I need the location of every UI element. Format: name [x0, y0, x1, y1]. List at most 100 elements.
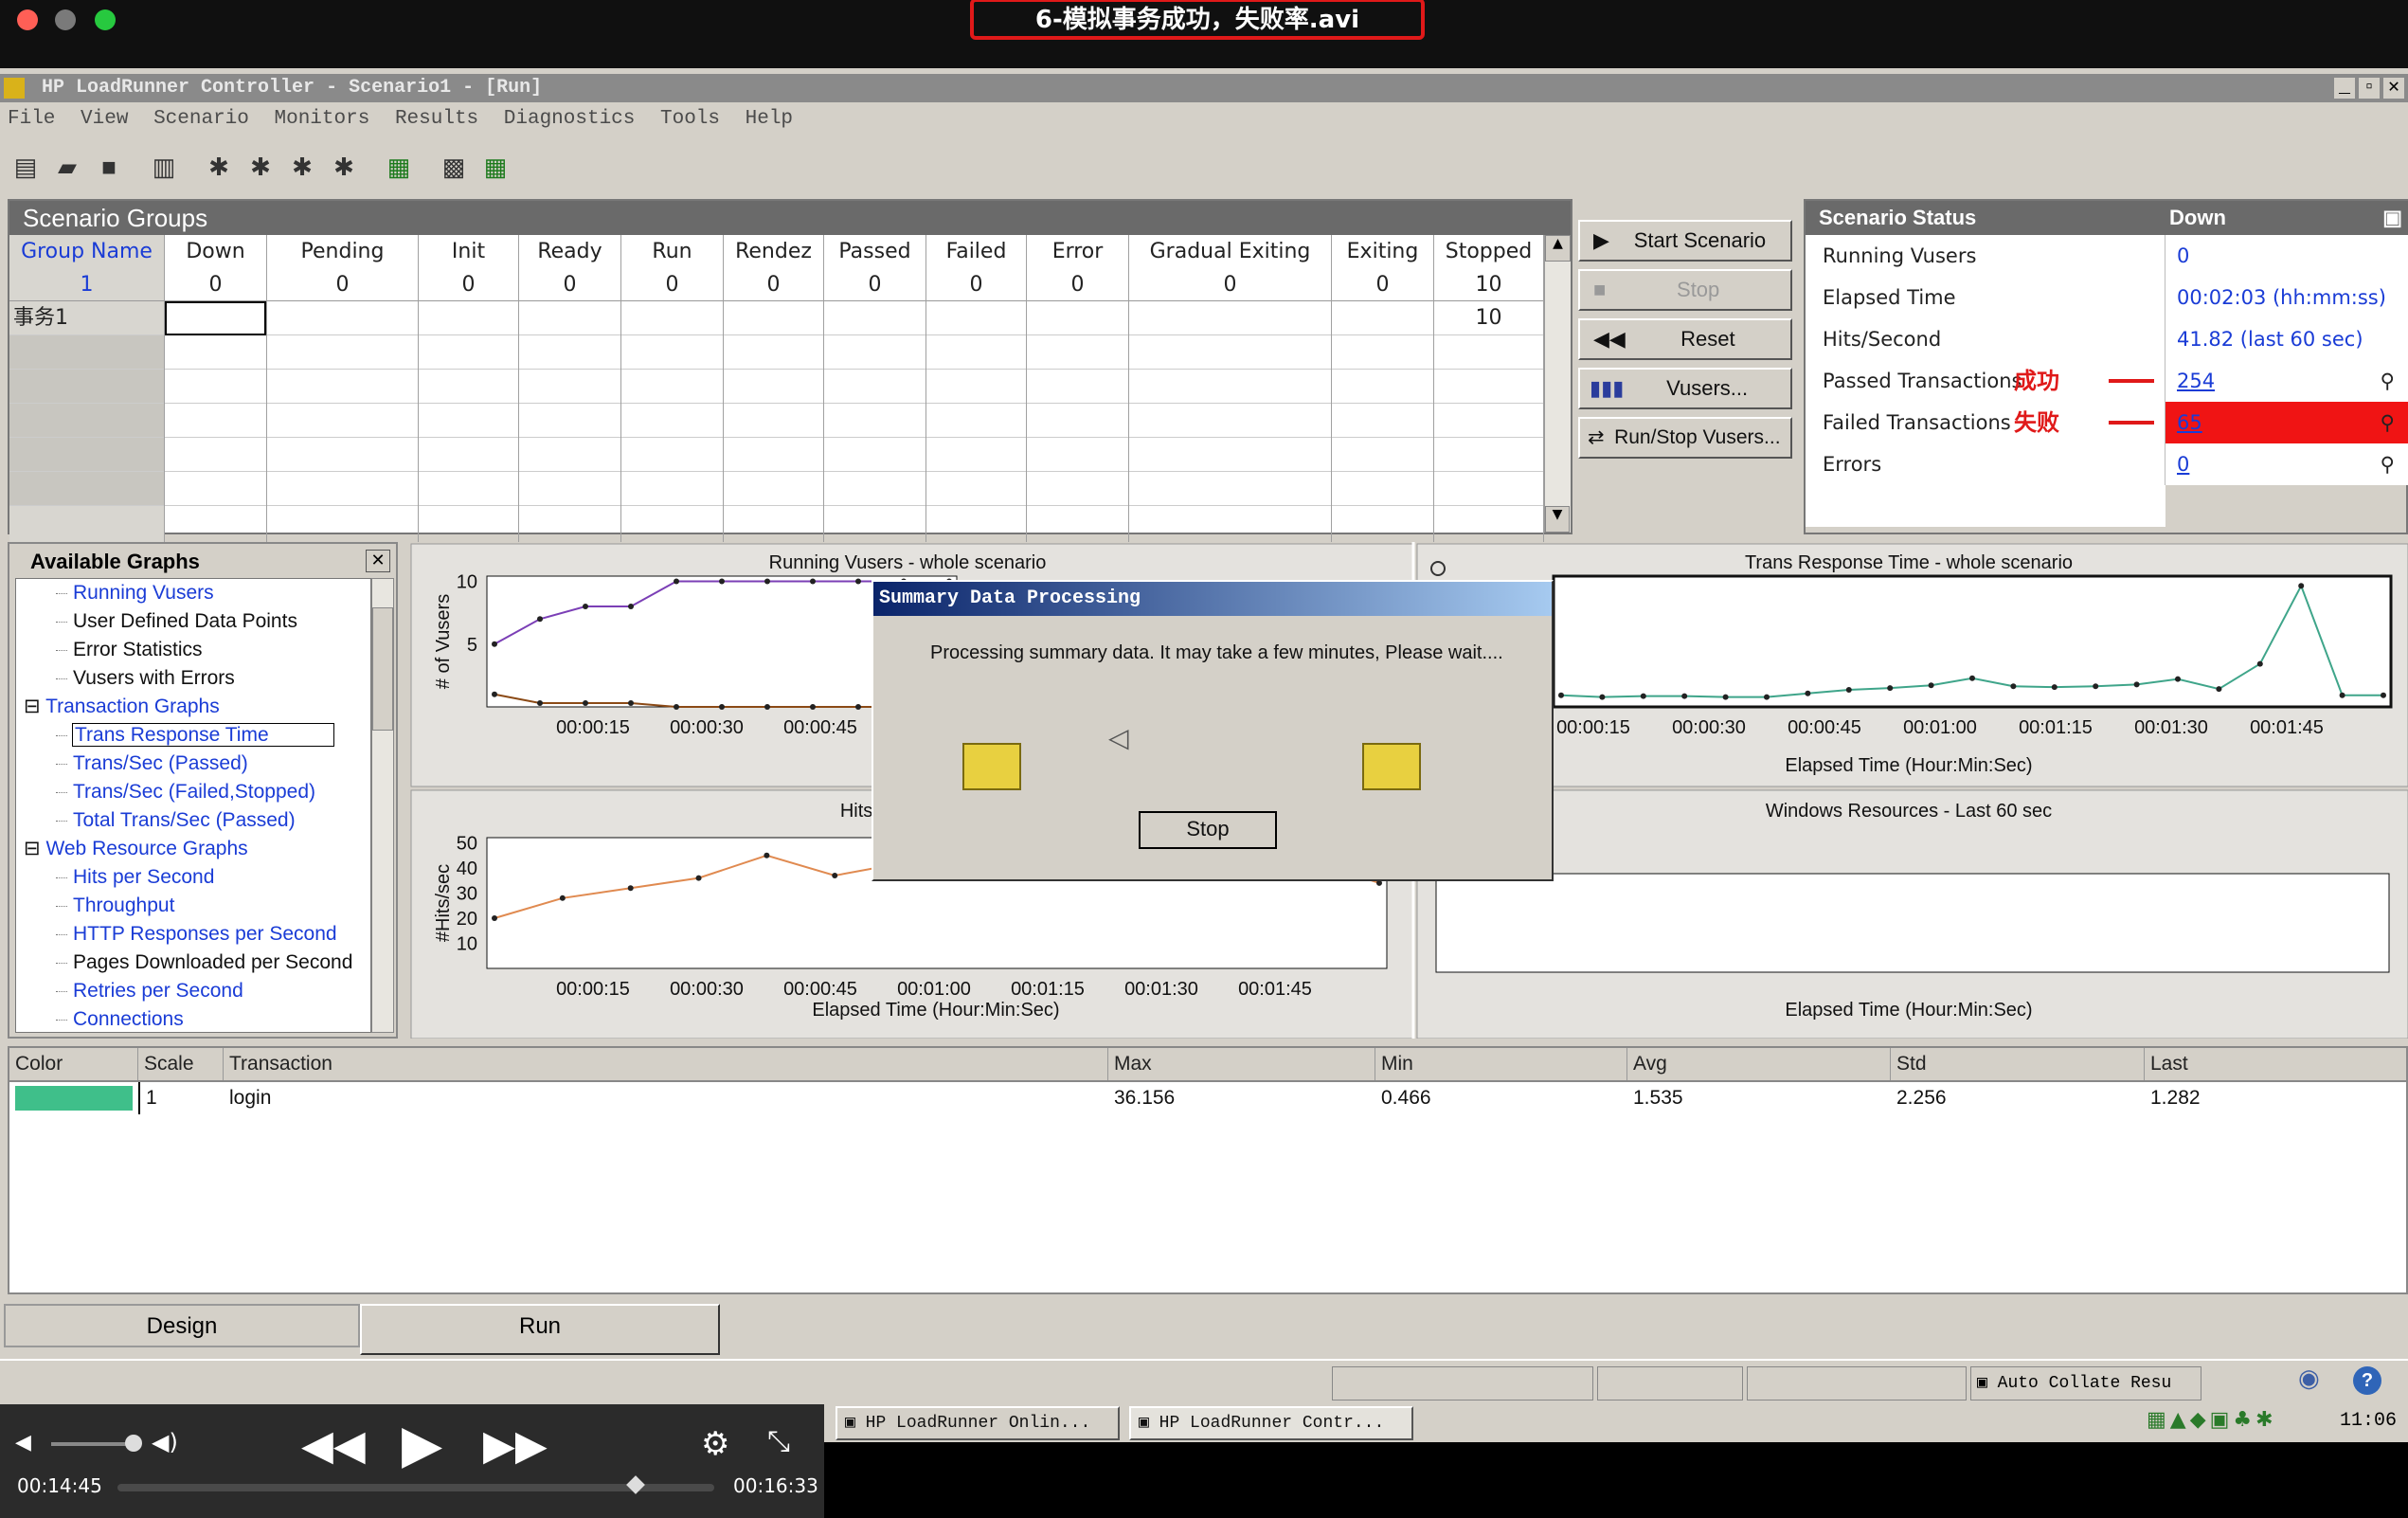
group-cell[interactable] — [724, 335, 823, 370]
group-cell[interactable] — [824, 301, 925, 335]
group-cell[interactable] — [621, 438, 723, 472]
graph-tree-item[interactable]: ⊟ Transaction Graphs — [16, 693, 370, 721]
graph-tree-item[interactable]: Throughput — [16, 892, 370, 920]
column-header[interactable]: Error — [1027, 235, 1128, 269]
groups-scrollbar[interactable]: ▲ ▼ — [1544, 235, 1571, 533]
seek-knob[interactable] — [626, 1475, 645, 1494]
column-header[interactable]: Stopped — [1434, 235, 1543, 269]
vuser-kill-icon[interactable]: ✱ — [328, 152, 360, 182]
group-cell[interactable] — [165, 335, 266, 370]
load-generators-icon[interactable]: ▥ — [148, 152, 180, 182]
group-cell[interactable] — [1332, 404, 1433, 438]
graph-tree-item[interactable]: Trans/Sec (Failed,Stopped) — [16, 778, 370, 806]
volume-knob[interactable] — [125, 1435, 142, 1452]
column-header[interactable]: Gradual Exiting — [1129, 235, 1331, 269]
monitor-icon[interactable]: ▦ — [479, 152, 512, 182]
group-cell[interactable] — [165, 404, 266, 438]
group-cell[interactable] — [419, 404, 518, 438]
graph-tree-item[interactable]: Trans/Sec (Passed) — [16, 750, 370, 778]
help-icon[interactable]: ? — [2353, 1366, 2381, 1395]
legend-column-header[interactable]: Scale — [138, 1048, 224, 1080]
taskbar-item-controller[interactable]: ▣ HP LoadRunner Contr... — [1129, 1406, 1413, 1440]
group-cell[interactable] — [1332, 335, 1433, 370]
group-cell[interactable] — [724, 404, 823, 438]
group-cell[interactable] — [419, 370, 518, 404]
new-scenario-icon[interactable]: ▤ — [9, 152, 42, 182]
graph-tree-item[interactable]: Pages Downloaded per Second — [16, 949, 370, 977]
group-cell[interactable] — [724, 301, 823, 335]
group-cell[interactable] — [926, 472, 1026, 506]
group-cell[interactable]: 10 — [1434, 301, 1543, 335]
legend-column-header[interactable]: Avg — [1627, 1048, 1891, 1080]
menu-file[interactable]: File — [8, 108, 55, 130]
column-header[interactable]: Failed — [926, 235, 1026, 269]
column-header[interactable]: Rendez — [724, 235, 823, 269]
group-cell[interactable] — [1129, 335, 1331, 370]
column-header[interactable]: Ready — [519, 235, 620, 269]
graph-icon[interactable]: ▦ — [383, 152, 415, 182]
graph-tree-item[interactable]: Trans Response Time — [16, 721, 370, 750]
group-cell[interactable] — [1434, 370, 1543, 404]
group-cell[interactable] — [1434, 404, 1543, 438]
magnifier-icon[interactable]: ⚲ — [2381, 443, 2395, 485]
minimize-icon[interactable]: _ — [2334, 78, 2355, 99]
close-graphs-icon[interactable]: ✕ — [366, 550, 390, 572]
seek-bar[interactable] — [117, 1475, 714, 1494]
group-cell[interactable] — [1332, 370, 1433, 404]
tray-icons[interactable]: ▦▲◆▣♣✱ — [2147, 1408, 2277, 1432]
group-cell[interactable] — [1027, 370, 1128, 404]
graph-tree-item[interactable]: Vusers with Errors — [16, 664, 370, 693]
close-window-button[interactable] — [17, 9, 38, 30]
group-cell[interactable] — [1434, 472, 1543, 506]
magnifier-icon[interactable]: ⚲ — [2381, 360, 2395, 402]
tab-run[interactable]: Run — [360, 1304, 720, 1355]
column-header[interactable]: Down — [165, 235, 266, 269]
group-cell[interactable] — [267, 301, 418, 335]
legend-column-header[interactable]: Transaction — [224, 1048, 1108, 1080]
group-cell[interactable] — [1027, 404, 1128, 438]
settings-gear-icon[interactable]: ⚙ — [701, 1425, 729, 1463]
color-swatch[interactable] — [15, 1086, 133, 1111]
group-cell[interactable] — [724, 472, 823, 506]
fast-forward-button[interactable]: ▶▶ — [483, 1421, 548, 1470]
group-cell[interactable] — [1129, 404, 1331, 438]
legend-column-header[interactable]: Std — [1891, 1048, 2145, 1080]
graph-tree-item[interactable]: User Defined Data Points — [16, 607, 370, 636]
group-cell[interactable] — [165, 370, 266, 404]
group-cell[interactable] — [926, 301, 1026, 335]
column-header[interactable]: Exiting — [1332, 235, 1433, 269]
graph-tree-item[interactable]: Running Vusers — [16, 579, 370, 607]
minimize-window-button[interactable] — [55, 9, 76, 30]
scroll-down-icon[interactable]: ▼ — [1545, 506, 1570, 533]
menu-results[interactable]: Results — [395, 108, 478, 130]
group-cell[interactable]: 事务1 — [9, 301, 164, 335]
close-icon[interactable]: ✕ — [2383, 78, 2404, 99]
group-cell[interactable] — [267, 472, 418, 506]
column-header[interactable]: Init — [419, 235, 518, 269]
vusers-button[interactable]: ▮▮▮ Vusers... — [1578, 368, 1792, 409]
group-cell[interactable] — [9, 438, 164, 472]
group-cell[interactable] — [519, 404, 620, 438]
group-cell[interactable] — [165, 472, 266, 506]
taskbar-item-online[interactable]: ▣ HP LoadRunner Onlin... — [836, 1406, 1120, 1440]
group-cell[interactable] — [621, 301, 723, 335]
rewind-button[interactable]: ◀◀ — [301, 1421, 366, 1470]
graph-tree-item[interactable]: Connections — [16, 1005, 370, 1032]
group-cell[interactable] — [9, 472, 164, 506]
open-folder-icon[interactable]: ▰ — [51, 152, 83, 182]
group-cell[interactable] — [1129, 301, 1331, 335]
menu-view[interactable]: View — [81, 108, 128, 130]
group-cell[interactable] — [926, 404, 1026, 438]
save-icon[interactable]: ■ — [93, 152, 125, 182]
group-cell[interactable] — [165, 301, 266, 335]
play-button[interactable]: ▶ — [402, 1414, 442, 1475]
group-cell[interactable] — [621, 472, 723, 506]
group-cell[interactable] — [1027, 438, 1128, 472]
group-cell[interactable] — [1129, 438, 1331, 472]
menu-scenario[interactable]: Scenario — [153, 108, 249, 130]
group-cell[interactable] — [1129, 370, 1331, 404]
group-cell[interactable] — [621, 370, 723, 404]
dialog-stop-button[interactable]: Stop — [1139, 811, 1277, 849]
group-cell[interactable] — [824, 472, 925, 506]
start-scenario-button[interactable]: ▶ Start Scenario — [1578, 220, 1792, 262]
